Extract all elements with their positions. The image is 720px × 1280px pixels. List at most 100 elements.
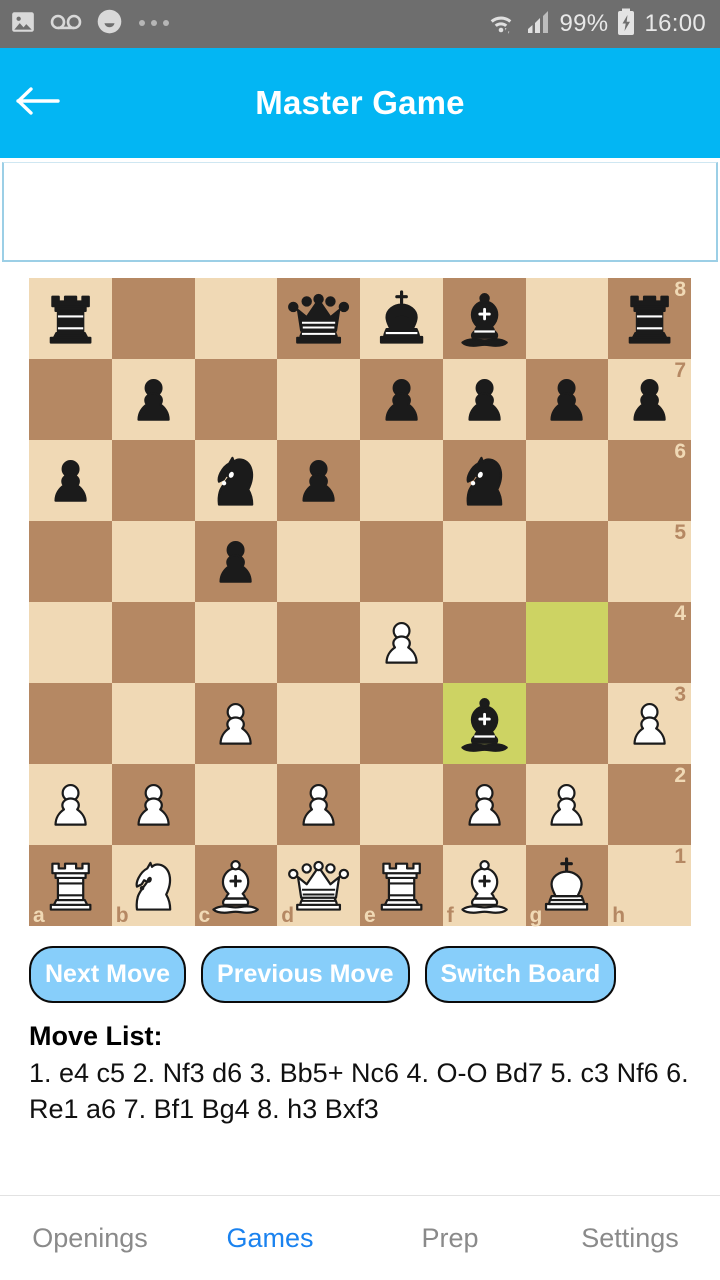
board-square-e3[interactable] xyxy=(360,683,443,764)
nav-item-settings[interactable]: Settings xyxy=(540,1223,720,1254)
previous-move-button[interactable]: Previous Move xyxy=(201,946,410,1003)
board-square-h8[interactable]: 8 xyxy=(608,278,691,359)
board-square-h3[interactable]: 3 xyxy=(608,683,691,764)
board-square-c6[interactable] xyxy=(194,440,278,521)
chessboard[interactable]: 8765432 abcdefg 1h xyxy=(29,278,691,927)
board-square-d7[interactable] xyxy=(277,359,360,440)
board-square-c3[interactable] xyxy=(194,683,278,764)
board-square-g2[interactable] xyxy=(525,764,609,845)
piece-B-f1[interactable] xyxy=(449,851,520,921)
board-square-g4[interactable] xyxy=(525,602,609,683)
piece-q-d8[interactable] xyxy=(283,284,354,354)
board-square-b1[interactable]: b xyxy=(111,845,195,927)
piece-p-f7[interactable] xyxy=(449,365,520,435)
piece-k-e8[interactable] xyxy=(366,284,437,354)
board-square-f1[interactable]: f xyxy=(442,845,526,927)
board-square-d2[interactable] xyxy=(277,764,360,845)
board-square-e1[interactable]: e xyxy=(360,845,443,927)
board-square-b8[interactable] xyxy=(111,278,195,359)
piece-P-c3[interactable] xyxy=(200,689,271,759)
board-square-e4[interactable] xyxy=(360,602,443,683)
board-square-b2[interactable] xyxy=(111,764,195,845)
board-square-a7[interactable] xyxy=(29,359,112,440)
switch-board-button[interactable]: Switch Board xyxy=(424,946,617,1003)
piece-B-c1[interactable] xyxy=(200,851,271,921)
piece-P-b2[interactable] xyxy=(118,770,189,840)
piece-p-e7[interactable] xyxy=(366,365,437,435)
piece-p-b7[interactable] xyxy=(118,365,189,435)
next-move-button[interactable]: Next Move xyxy=(29,946,187,1003)
board-square-b7[interactable] xyxy=(111,359,195,440)
nav-item-prep[interactable]: Prep xyxy=(360,1223,540,1254)
piece-R-a1[interactable] xyxy=(35,851,106,921)
board-square-c1[interactable]: c xyxy=(194,845,278,927)
board-square-g1[interactable]: g xyxy=(525,845,609,927)
board-square-b3[interactable] xyxy=(111,683,195,764)
piece-p-d6[interactable] xyxy=(283,446,354,516)
board-square-c4[interactable] xyxy=(194,602,278,683)
board-square-f6[interactable] xyxy=(442,440,526,521)
board-square-a2[interactable] xyxy=(29,764,112,845)
piece-p-g7[interactable] xyxy=(531,365,602,435)
board-square-h2[interactable]: 2 xyxy=(608,764,691,845)
nav-item-games[interactable]: Games xyxy=(180,1223,360,1254)
board-square-d6[interactable] xyxy=(277,440,360,521)
board-square-f2[interactable] xyxy=(442,764,526,845)
board-square-b5[interactable] xyxy=(111,521,195,602)
board-square-h5[interactable]: 5 xyxy=(608,521,691,602)
piece-p-c5[interactable] xyxy=(200,527,271,597)
board-square-g3[interactable] xyxy=(525,683,609,764)
piece-P-g2[interactable] xyxy=(531,770,602,840)
board-square-a5[interactable] xyxy=(29,521,112,602)
board-square-a3[interactable] xyxy=(29,683,112,764)
piece-n-c6[interactable] xyxy=(200,446,271,516)
nav-item-openings[interactable]: Openings xyxy=(0,1223,180,1254)
board-square-h4[interactable]: 4 xyxy=(608,602,691,683)
piece-P-a2[interactable] xyxy=(35,770,106,840)
board-square-a6[interactable] xyxy=(29,440,112,521)
board-square-g5[interactable] xyxy=(525,521,609,602)
piece-P-d2[interactable] xyxy=(283,770,354,840)
back-button[interactable] xyxy=(0,48,76,158)
board-square-e2[interactable] xyxy=(360,764,443,845)
board-square-d1[interactable]: d xyxy=(277,845,360,927)
piece-b-f8[interactable] xyxy=(449,284,520,354)
piece-n-f6[interactable] xyxy=(449,446,520,516)
board-square-d3[interactable] xyxy=(277,683,360,764)
board-square-a8[interactable] xyxy=(29,278,112,359)
board-square-a4[interactable] xyxy=(29,602,112,683)
board-square-e7[interactable] xyxy=(360,359,443,440)
board-square-e8[interactable] xyxy=(360,278,443,359)
board-square-f7[interactable] xyxy=(442,359,526,440)
board-square-f3[interactable] xyxy=(442,683,526,764)
board-square-f4[interactable] xyxy=(442,602,526,683)
piece-p-a6[interactable] xyxy=(35,446,106,516)
board-square-e5[interactable] xyxy=(360,521,443,602)
piece-r-a8[interactable] xyxy=(35,284,106,354)
board-square-d4[interactable] xyxy=(277,602,360,683)
board-square-c2[interactable] xyxy=(194,764,278,845)
board-square-g7[interactable] xyxy=(525,359,609,440)
board-square-c8[interactable] xyxy=(194,278,278,359)
board-square-h1[interactable]: 1h xyxy=(608,845,691,927)
board-square-f8[interactable] xyxy=(442,278,526,359)
piece-P-e4[interactable] xyxy=(366,608,437,678)
board-square-h7[interactable]: 7 xyxy=(608,359,691,440)
file-label-g: g xyxy=(529,903,543,927)
board-square-b6[interactable] xyxy=(111,440,195,521)
board-square-c7[interactable] xyxy=(194,359,278,440)
piece-b-f3[interactable] xyxy=(449,689,520,759)
board-square-a1[interactable]: a xyxy=(29,845,112,927)
smiley-icon xyxy=(96,8,123,40)
board-square-h6[interactable]: 6 xyxy=(608,440,691,521)
board-square-c5[interactable] xyxy=(194,521,278,602)
board-square-g6[interactable] xyxy=(525,440,609,521)
board-square-b4[interactable] xyxy=(111,602,195,683)
board-square-d5[interactable] xyxy=(277,521,360,602)
board-square-d8[interactable] xyxy=(277,278,360,359)
board-square-g8[interactable] xyxy=(525,278,609,359)
board-square-e6[interactable] xyxy=(360,440,443,521)
piece-R-e1[interactable] xyxy=(366,851,437,921)
piece-P-f2[interactable] xyxy=(449,770,520,840)
board-square-f5[interactable] xyxy=(442,521,526,602)
